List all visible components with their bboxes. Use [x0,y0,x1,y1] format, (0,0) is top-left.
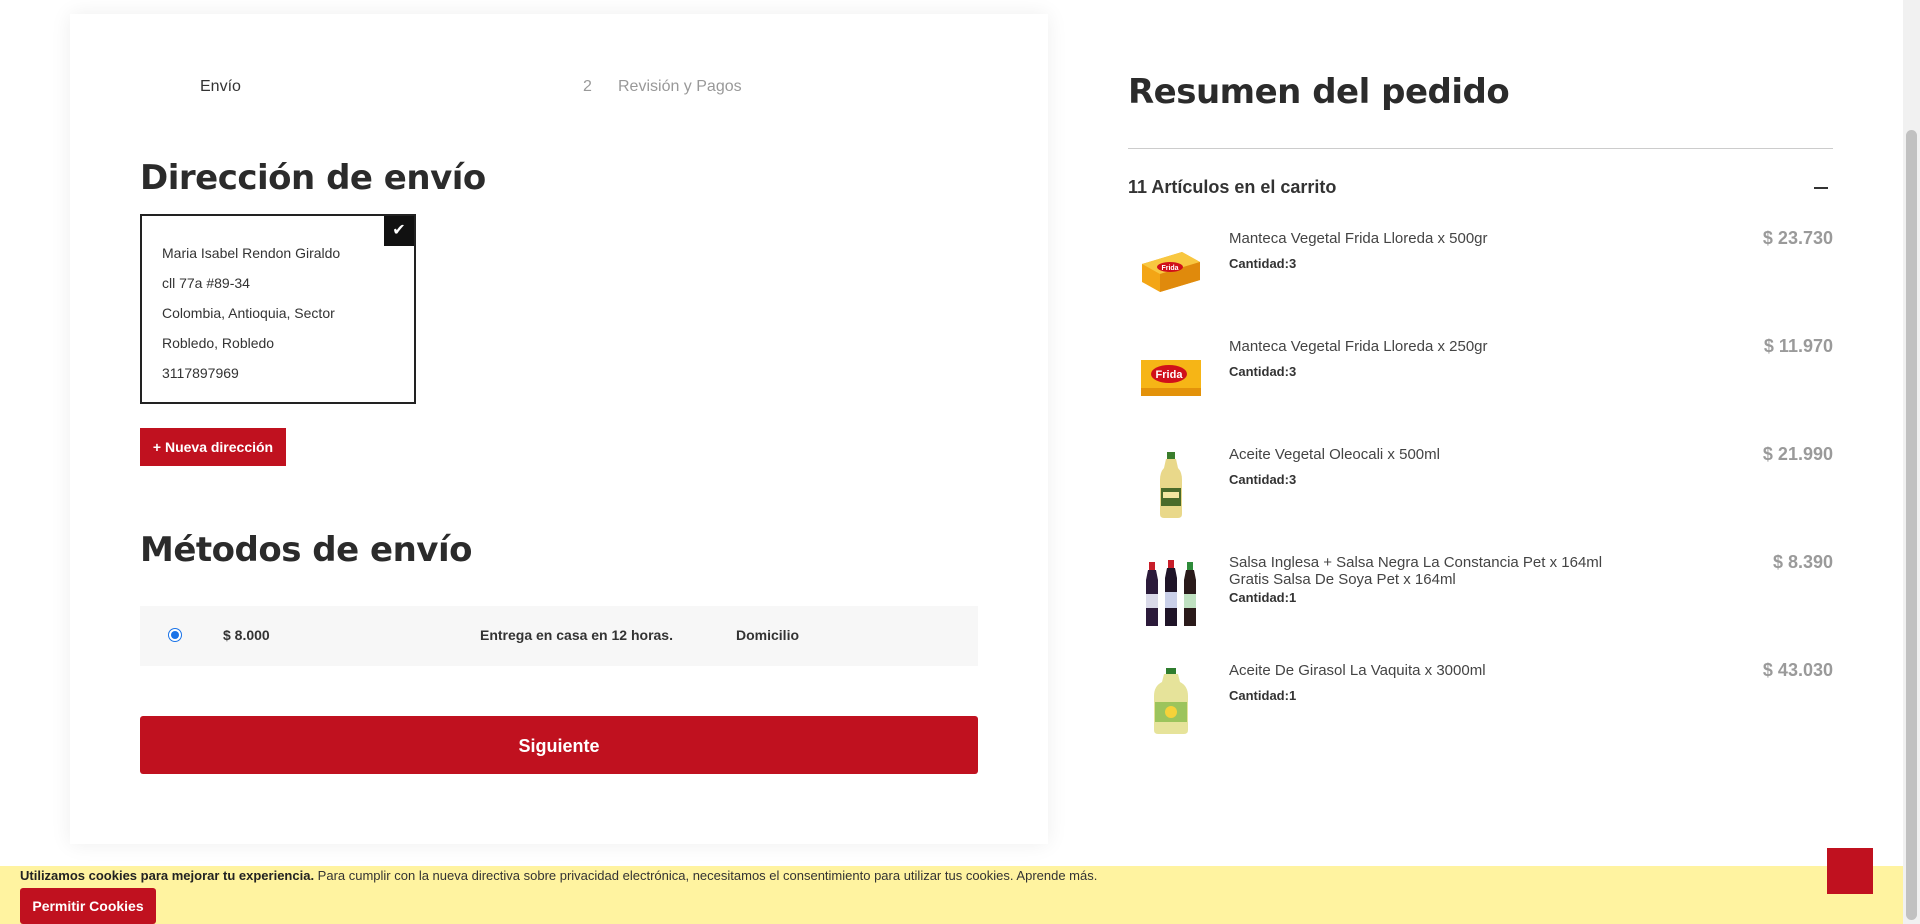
cart-item-quantity: Cantidad:3 [1229,472,1297,487]
sauce-bottles-icon [1146,560,1196,626]
cart-item-quantity: Cantidad:3 [1229,364,1297,379]
frida-250gr-package-icon: Frida [1141,360,1201,396]
cookie-message-body: Para cumplir con la nueva directiva sobr… [314,868,1017,883]
scrollbar-thumb[interactable] [1906,130,1917,920]
cart-item-price: $ 8.390 [1772,552,1833,572]
page-scrollbar[interactable] [1903,0,1920,924]
address-region: Colombia, Antioquia, Sector [162,305,335,321]
cart-item: Salsa Inglesa + Salsa Negra La Constanci… [1128,548,1833,648]
cart-item-price: $ 43.030 [1762,660,1833,680]
cookie-banner: Utilizamos cookies para mejorar tu exper… [0,866,1903,924]
cart-item-name[interactable]: Manteca Vegetal Frida Lloreda x 500gr [1229,230,1609,247]
cart-item: Frida Manteca Vegetal Frida Lloreda x 50… [1128,224,1833,324]
step-review-number: 2 [583,78,592,95]
cart-item-price: $ 21.990 [1762,444,1833,464]
address-name: Maria Isabel Rendon Giraldo [162,245,341,261]
next-button[interactable]: Siguiente [140,716,978,774]
summary-divider [1128,148,1833,149]
step-shipping-label[interactable]: Envío [200,78,241,96]
order-summary-title: Resumen del pedido [1128,72,1510,112]
allow-cookies-button[interactable]: Permitir Cookies [20,888,156,924]
frida-500gr-package-icon: Frida [1142,252,1200,292]
cart-item-name[interactable]: Salsa Inglesa + Salsa Negra La Constanci… [1229,554,1609,588]
cookie-learn-more-link[interactable]: Aprende más. [1016,868,1097,883]
checkout-steps: Envío 2 Revisión y Pagos [70,68,770,108]
cart-item-name[interactable]: Aceite Vegetal Oleocali x 500ml [1229,446,1609,463]
step-review-label[interactable]: Revisión y Pagos [618,78,742,96]
address-lines: Maria Isabel Rendon Giraldo cll 77a #89-… [162,238,340,388]
cart-item: Frida Manteca Vegetal Frida Lloreda x 25… [1128,332,1833,432]
address-city: Robledo, Robledo [162,335,275,351]
shipping-method-row[interactable]: $ 8.000 Entrega en casa en 12 horas. Dom… [140,606,978,666]
address-card-selected[interactable]: ✔ Maria Isabel Rendon Giraldo cll 77a #8… [140,214,416,404]
cart-item-price: $ 23.730 [1762,228,1833,248]
cookie-message-bold: Utilizamos cookies para mejorar tu exper… [20,868,315,883]
oil-bottle-icon [1160,452,1182,518]
shipping-description: Entrega en casa en 12 horas. [480,627,673,643]
shipping-method-radio[interactable] [168,628,182,642]
new-address-button[interactable]: + Nueva dirección [140,428,286,466]
checkmark-icon: ✔ [384,216,414,246]
shipping-methods-title: Métodos de envío [140,530,472,570]
large-oil-bottle-icon [1154,668,1188,734]
minus-icon[interactable] [1814,187,1828,189]
shipping-type: Domicilio [736,627,800,643]
cart-item-quantity: Cantidad:1 [1229,688,1297,703]
cart-item-name[interactable]: Manteca Vegetal Frida Lloreda x 250gr [1229,338,1609,355]
cart-item: Aceite De Girasol La Vaquita x 3000ml Ca… [1128,656,1833,756]
shipping-address-title: Dirección de envío [140,158,486,198]
scroll-to-top-button[interactable] [1827,848,1873,894]
svg-text:Frida: Frida [1161,265,1178,272]
shipping-price: $ 8.000 [223,627,270,643]
cookie-message: Utilizamos cookies para mejorar tu exper… [20,868,1097,883]
cart-count-label[interactable]: 11 Artículos en el carrito [1128,177,1336,198]
cart-item-quantity: Cantidad:3 [1229,256,1297,271]
address-phone: 3117897969 [162,365,239,381]
address-street: cll 77a #89-34 [162,275,250,291]
cart-item-quantity: Cantidad:1 [1229,590,1297,605]
cart-item-price: $ 11.970 [1763,336,1833,356]
cart-item-name[interactable]: Aceite De Girasol La Vaquita x 3000ml [1229,662,1609,679]
cart-item: Aceite Vegetal Oleocali x 500ml Cantidad… [1128,440,1833,540]
svg-text:Frida: Frida [1156,369,1184,381]
